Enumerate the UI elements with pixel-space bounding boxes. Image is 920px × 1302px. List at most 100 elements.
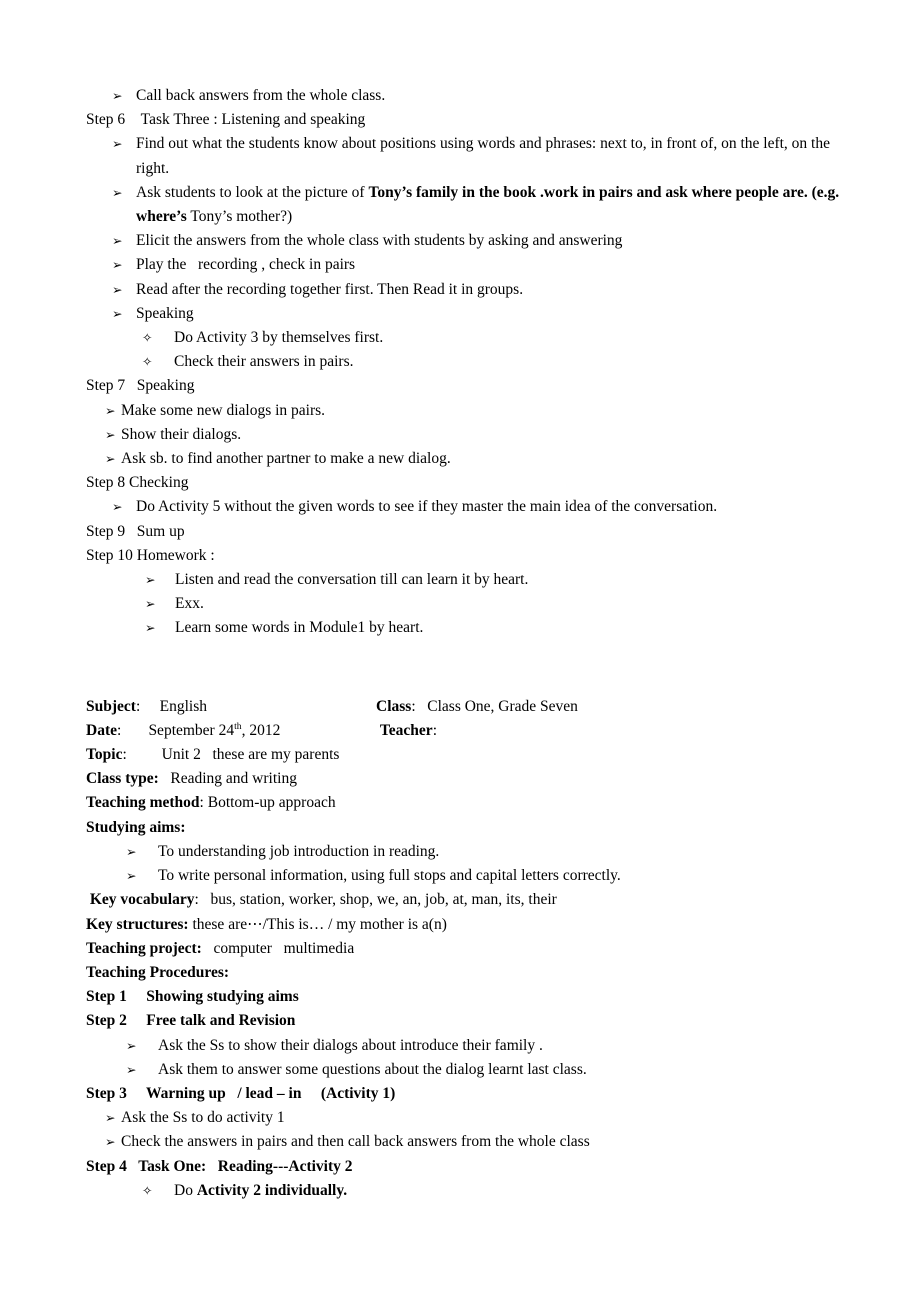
list-item-text: Check their answers in pairs. (174, 353, 354, 371)
arrow-bullet-icon: ➢ (105, 1134, 116, 1150)
info-row-topic: Topic: Unit 2 these are my parents (86, 743, 862, 767)
list-item: ➢ Find out what the students know about … (86, 132, 862, 180)
classtype-label: Class type: (86, 770, 159, 788)
list-item-text: Ask the Ss to do activity 1 (121, 1109, 285, 1127)
diamond-bullet-icon: ✧ (142, 330, 153, 346)
date-ordinal-suffix: th (234, 720, 242, 732)
teacher-label: Teacher (379, 721, 433, 739)
project-value: computer multimedia (213, 939, 355, 957)
document-page: ➢ Call back answers from the whole class… (0, 0, 920, 1302)
project-label: Teaching project: (86, 939, 202, 957)
vocab-colon: : (194, 891, 199, 909)
list-item-text: Exx. (175, 595, 204, 613)
method-colon: : (199, 794, 204, 812)
list-item-text: Check the answers in pairs and then call… (121, 1133, 590, 1151)
date-colon: : (117, 721, 122, 739)
document-body: ➢ Call back answers from the whole class… (86, 84, 862, 1203)
method-label: Teaching method (86, 794, 200, 812)
list-item-text: To write personal information, using ful… (158, 867, 621, 885)
info-row-method: Teaching method: Bottom-up approach (86, 791, 862, 815)
list-item: ➢ Play the recording , check in pairs (86, 253, 862, 277)
date-value: September 24th, 2012 (148, 720, 281, 739)
arrow-bullet-icon: ➢ (145, 620, 156, 636)
list-item-text: Do Activity 3 by themselves first. (174, 329, 384, 347)
vocab-label: Key vocabulary (89, 891, 195, 909)
arrow-bullet-icon: ➢ (126, 1061, 137, 1077)
step-heading-8: Step 8 Checking (86, 474, 189, 492)
diamond-bullet-icon: ✧ (142, 1182, 153, 1198)
list-item-text: Do Activity 5 without the given words to… (136, 498, 718, 516)
list-item: ➢ To understanding job introduction in r… (86, 840, 862, 864)
info-row-vocabulary: Key vocabulary: bus, station, worker, sh… (86, 888, 862, 912)
vocab-value: bus, station, worker, shop, we, an, job,… (210, 891, 557, 909)
topic-label: Topic (86, 746, 123, 764)
arrow-bullet-icon: ➢ (145, 596, 156, 612)
list-item-text: Listen and read the conversation till ca… (175, 571, 529, 589)
list-item-text: Do Activity 2 individually. (174, 1179, 862, 1203)
list-item: ➢ Ask them to answer some questions abou… (86, 1058, 862, 1082)
method-value: Bottom-up approach (207, 794, 336, 812)
list-item: ➢ Elicit the answers from the whole clas… (86, 229, 862, 253)
arrow-bullet-icon: ➢ (126, 1037, 137, 1053)
class-value: Class One, Grade Seven (427, 697, 578, 715)
step-heading-6: Step 6 Task Three : Listening and speaki… (86, 111, 366, 129)
list-item-text: Show their dialogs. (121, 425, 242, 443)
list-item-tony: ➢ Ask students to look at the picture of… (86, 181, 862, 229)
classtype-value: Reading and writing (170, 770, 297, 788)
list-item: ➢ Exx. (86, 592, 862, 616)
step-heading-4: Step 4 Task One: Reading---Activity 2 (86, 1157, 353, 1175)
studying-aims-heading: Studying aims: (86, 818, 186, 836)
arrow-bullet-icon: ➢ (112, 136, 123, 152)
teacher-field: Teacher: (376, 719, 862, 743)
teaching-procedures-heading: Teaching Procedures: (86, 963, 230, 981)
list-item-text: Ask them to answer some questions about … (158, 1060, 587, 1078)
list-item: ✧ Check their answers in pairs. (86, 350, 862, 374)
arrow-bullet-icon: ➢ (112, 499, 123, 515)
list-item: ➢ Call back answers from the whole class… (86, 84, 862, 108)
list-item-text: Ask the Ss to show their dialogs about i… (158, 1036, 543, 1054)
list-item-text: Speaking (136, 304, 194, 322)
info-row-project: Teaching project: computer multimedia (86, 937, 862, 961)
list-item: ➢ Check the answers in pairs and then ca… (86, 1130, 862, 1154)
arrow-bullet-icon: ➢ (126, 843, 137, 859)
tony-lead: Ask students to look at the picture of (136, 183, 369, 201)
date-value-post: , 2012 (241, 721, 281, 739)
subject-label: Subject (86, 697, 136, 715)
step4-bullet-bold: Activity 2 individually. (196, 1181, 348, 1199)
arrow-bullet-icon: ➢ (112, 281, 123, 297)
date-label: Date (86, 721, 117, 739)
arrow-bullet-icon: ➢ (112, 257, 123, 273)
list-item: ➢ Speaking (86, 302, 862, 326)
list-item-text: Play the recording , check in pairs (136, 256, 356, 274)
tony-tail: Tony’s mother?) (186, 208, 293, 226)
list-item: ➢ Ask the Ss to show their dialogs about… (86, 1034, 862, 1058)
subject-colon: : (135, 697, 141, 715)
list-item: ➢ Do Activity 5 without the given words … (86, 495, 862, 519)
date-value-pre: September 24 (148, 721, 235, 739)
list-item: ➢ Make some new dialogs in pairs. (86, 399, 862, 423)
list-item-text: To understanding job introduction in rea… (158, 842, 440, 860)
list-item: ➢ Learn some words in Module1 by heart. (86, 616, 862, 640)
list-item: ➢ Ask sb. to find another partner to mak… (86, 447, 862, 471)
list-item-text: Call back answers from the whole class. (136, 87, 386, 104)
class-label: Class (376, 697, 412, 715)
date-field: Date: September 24th, 2012 (86, 719, 376, 743)
list-item: ➢ Ask the Ss to do activity 1 (86, 1106, 862, 1130)
info-row-date-teacher: Date: September 24th, 2012 Teacher: (86, 719, 862, 743)
arrow-bullet-icon: ➢ (112, 184, 123, 200)
diamond-bullet-icon: ✧ (142, 354, 153, 370)
class-colon: : (411, 697, 416, 715)
list-item: ➢ Read after the recording together firs… (86, 278, 862, 302)
list-item: ➢ To write personal information, using f… (86, 864, 862, 888)
list-item-text: Ask sb. to find another partner to make … (121, 450, 451, 468)
list-item-text: Ask students to look at the picture of T… (136, 181, 862, 229)
info-row-classtype: Class type: Reading and writing (86, 767, 862, 791)
list-item: ✧ Do Activity 2 individually. (86, 1179, 862, 1203)
topic-colon: : (122, 746, 127, 764)
list-item: ➢ Show their dialogs. (86, 423, 862, 447)
arrow-bullet-icon: ➢ (126, 868, 137, 884)
structures-label: Key structures: (86, 915, 189, 933)
structures-value: these are⋯/This is… / my mother is a(n) (192, 915, 447, 933)
step-heading-3: Step 3 Warning up / lead – in (Activity … (86, 1084, 396, 1102)
arrow-bullet-icon: ➢ (105, 402, 116, 418)
